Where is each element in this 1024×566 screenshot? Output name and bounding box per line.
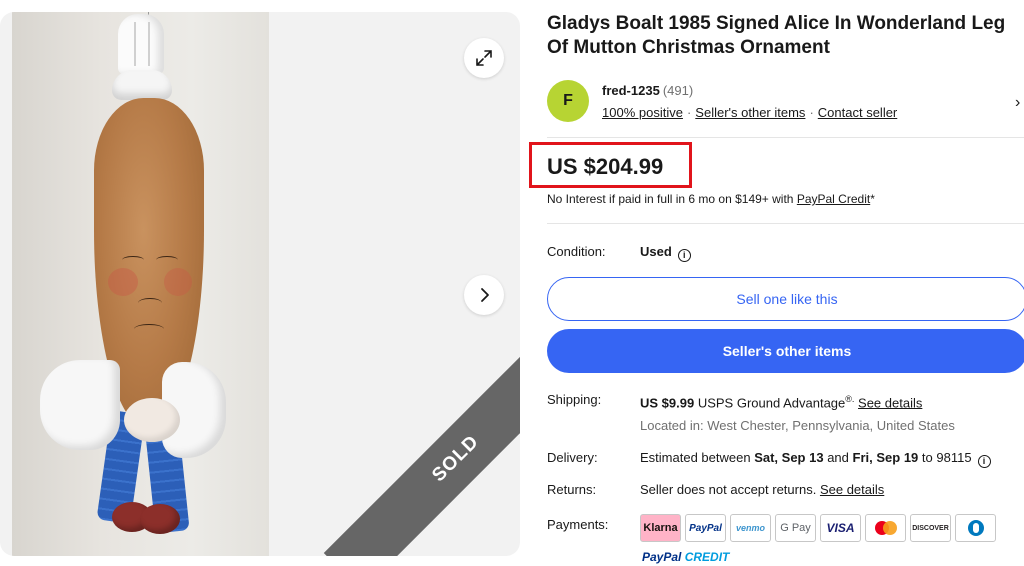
registered-mark: ®.: [845, 394, 855, 404]
chef-hat: [112, 14, 172, 102]
seller-links: 100% positive · Seller's other items · Conta…: [602, 105, 897, 120]
product-photo[interactable]: [12, 12, 269, 556]
discover-icon: DISCOVER: [910, 514, 951, 542]
seller-card: F fred-1235 (491) 100% positive · Seller's …: [547, 72, 1024, 138]
listing-title: Gladys Boalt 1985 Signed Alice In Wonder…: [547, 13, 1006, 58]
sellers-other-items-button[interactable]: Seller's other items: [547, 329, 1024, 373]
shipping-cost: US $9.99: [640, 395, 695, 411]
paypal-credit-logo: PayPal CREDIT: [642, 550, 729, 564]
divider: [547, 223, 1024, 224]
delivery-label: Delivery:: [547, 450, 598, 465]
shipping-details-link[interactable]: See details: [858, 395, 922, 410]
seller-name-row: fred-1235 (491): [602, 83, 693, 98]
item-price: US $204.99: [547, 154, 664, 179]
paypal-credit-brand: PayPal: [642, 550, 682, 564]
returns-text: Seller does not accept returns.: [640, 482, 817, 497]
returns-value: Seller does not accept returns. See deta…: [640, 482, 884, 497]
avatar[interactable]: F: [547, 80, 589, 122]
paypal-credit-word: CREDIT: [684, 550, 730, 564]
sell-one-like-this-button[interactable]: Sell one like this: [547, 277, 1024, 321]
mastercard-icon: [865, 514, 906, 542]
paypal-credit-link[interactable]: PayPal Credit: [797, 192, 870, 206]
item-location: Located in: West Chester, Pennsylvania, …: [640, 418, 955, 433]
expand-image-button[interactable]: [464, 38, 504, 78]
image-gallery: SOLD: [0, 12, 520, 556]
chevron-right-icon: [481, 288, 489, 302]
paypal-icon: PayPal: [685, 514, 726, 542]
info-icon[interactable]: i: [677, 249, 691, 262]
payment-methods: Klarna PayPal venmo G Pay VISA DISCOVER: [640, 514, 996, 542]
delivery-prefix: Estimated between: [640, 450, 751, 465]
condition-value: Used: [640, 244, 672, 259]
sold-label: SOLD: [428, 431, 484, 487]
delivery-zip: to 98115: [921, 450, 972, 465]
glove-hand: [124, 398, 180, 442]
google-pay-icon: G Pay: [775, 514, 816, 542]
returns-label: Returns:: [547, 482, 597, 497]
venmo-icon: venmo: [730, 514, 771, 542]
separator: ·: [809, 105, 814, 120]
delivery-start: Sat, Sep 13: [754, 450, 824, 465]
info-icon[interactable]: i: [977, 455, 991, 468]
shipping-label: Shipping:: [547, 392, 602, 407]
delivery-and: and: [827, 450, 849, 465]
delivery-end: Fri, Sep 19: [852, 450, 919, 465]
expand-arrows-icon: [476, 50, 492, 66]
chevron-right-icon[interactable]: ›: [1015, 94, 1020, 112]
next-image-button[interactable]: [464, 275, 504, 315]
klarna-icon: Klarna: [640, 514, 681, 542]
paypal-credit-line: No Interest if paid in full in 6 mo on $…: [547, 192, 875, 206]
delivery-value: Estimated between Sat, Sep 13 and Fri, S…: [640, 450, 991, 468]
condition-label: Condition:: [547, 244, 606, 259]
shipping-service: USPS Ground Advantage: [697, 395, 846, 411]
seller-other-items-link[interactable]: Seller's other items: [695, 105, 805, 120]
visa-icon: VISA: [820, 514, 861, 542]
shipping-value: US $9.99 USPS Ground Advantage®. See det…: [640, 394, 922, 410]
payments-label: Payments:: [547, 517, 609, 532]
returns-details-link[interactable]: See details: [820, 482, 884, 497]
positive-feedback-link[interactable]: 100% positive: [602, 105, 683, 120]
sleeve-left: [40, 360, 120, 450]
seller-feedback-count: (491): [662, 83, 694, 98]
diners-club-icon: [955, 514, 996, 542]
condition-value-row: Used i: [640, 244, 691, 262]
credit-asterisk: *: [870, 192, 875, 206]
separator: ·: [686, 105, 692, 120]
credit-text: No Interest if paid in full in 6 mo on $…: [547, 192, 794, 206]
contact-seller-link[interactable]: Contact seller: [818, 105, 897, 120]
listing-info-panel: Gladys Boalt 1985 Signed Alice In Wonder…: [529, 0, 1024, 566]
shoe-right: [140, 504, 180, 534]
seller-name[interactable]: fred-1235: [602, 83, 660, 98]
sold-ribbon: SOLD: [323, 326, 520, 556]
